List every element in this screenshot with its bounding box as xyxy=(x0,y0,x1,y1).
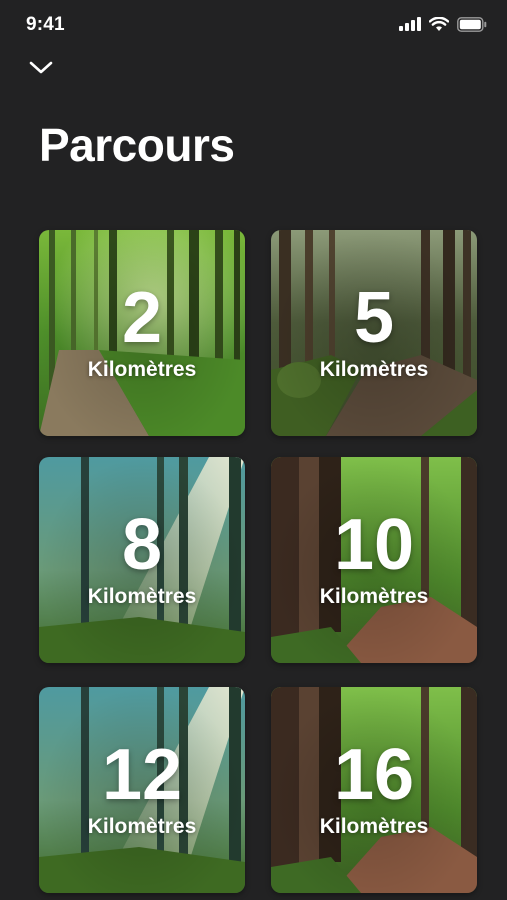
route-unit: Kilomètres xyxy=(87,358,197,381)
route-distance: 12 xyxy=(101,735,183,815)
status-icons xyxy=(399,14,487,34)
status-bar: 9:41 xyxy=(0,0,507,48)
wifi-icon xyxy=(429,16,449,32)
signal-icon xyxy=(399,17,421,31)
battery-icon xyxy=(457,16,487,32)
route-card-5km[interactable]: 5 Kilomètres xyxy=(271,230,477,436)
dismiss-button[interactable] xyxy=(28,58,54,78)
page-title: Parcours xyxy=(39,119,235,171)
route-unit: Kilomètres xyxy=(319,815,429,838)
route-distance: 2 xyxy=(121,278,163,358)
route-unit: Kilomètres xyxy=(319,585,429,608)
route-unit: Kilomètres xyxy=(319,358,429,381)
route-unit: Kilomètres xyxy=(87,585,197,608)
route-card-10km[interactable]: 10 Kilomètres xyxy=(271,457,477,663)
route-card-8km[interactable]: 8 Kilomètres xyxy=(39,457,245,663)
route-card-2km[interactable]: 2 Kilomètres xyxy=(39,230,245,436)
route-distance: 16 xyxy=(333,735,415,815)
chevron-down-icon xyxy=(28,61,54,82)
route-distance: 10 xyxy=(333,505,415,585)
route-card-12km[interactable]: 12 Kilomètres xyxy=(39,687,245,893)
route-distance: 5 xyxy=(353,278,395,358)
route-distance: 8 xyxy=(121,505,163,585)
route-card-16km[interactable]: 16 Kilomètres xyxy=(271,687,477,893)
status-time: 9:41 xyxy=(26,14,65,35)
route-unit: Kilomètres xyxy=(87,815,197,838)
